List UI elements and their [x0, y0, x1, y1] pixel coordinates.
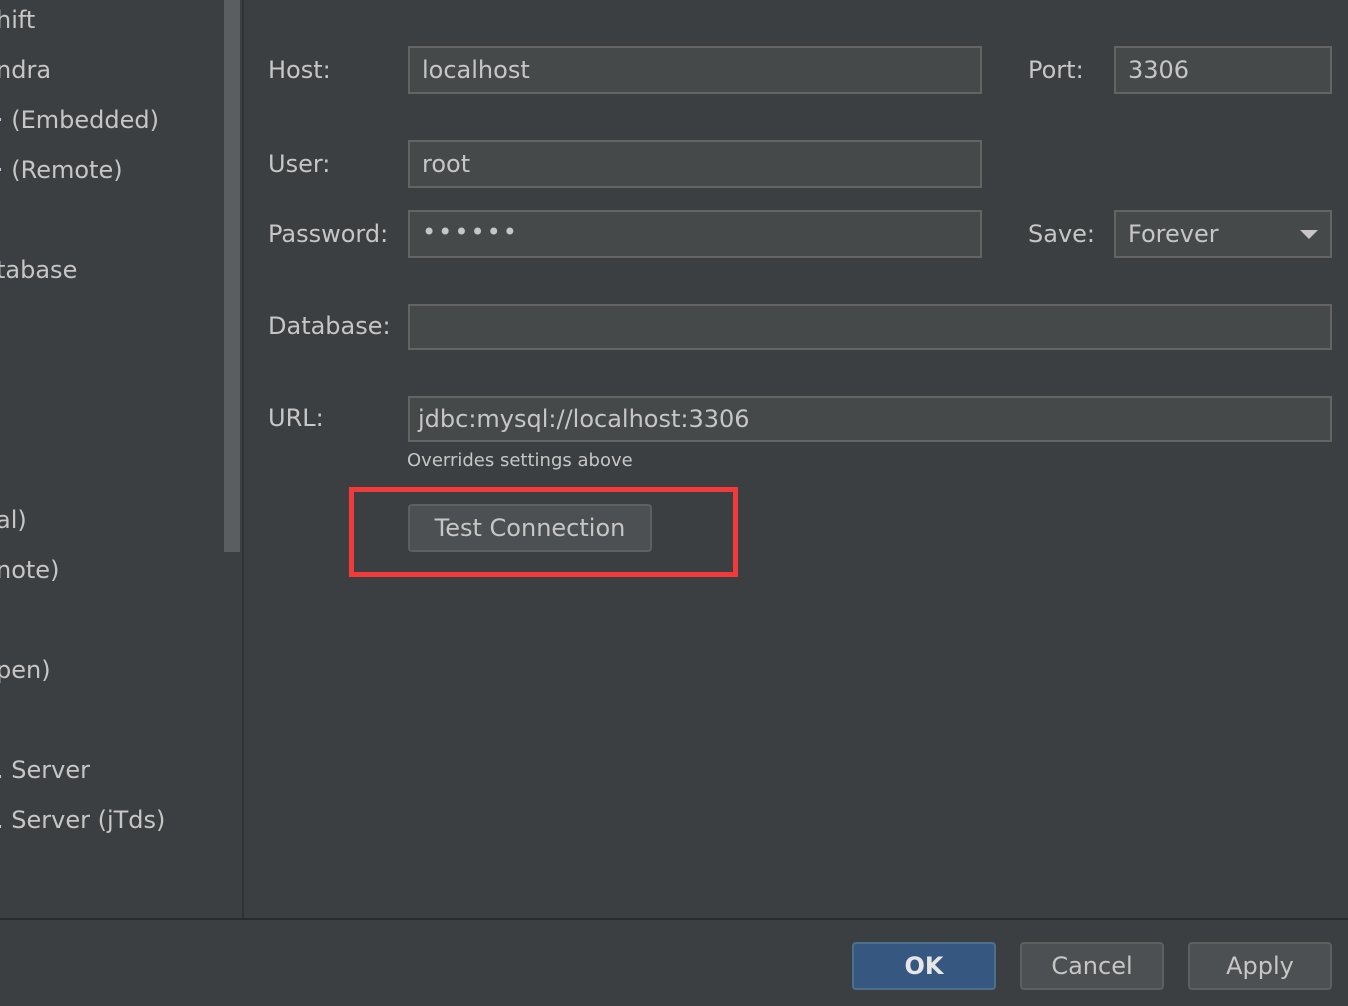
- sidebar-item-label: Server (jTds): [11, 806, 166, 834]
- sidebar-item-prefix: .: [0, 806, 11, 834]
- sidebar-item-open[interactable]: pen): [0, 656, 51, 684]
- sidebar-item-prefix: ·: [0, 106, 11, 134]
- sidebar-item-remote[interactable]: · (Remote): [0, 156, 123, 184]
- sidebar-item-label: al): [0, 506, 27, 534]
- sidebar-item-label: pen): [0, 656, 51, 684]
- cancel-button[interactable]: Cancel: [1020, 942, 1164, 990]
- sidebar-item-label: (Embedded): [11, 106, 160, 134]
- sidebar-item-prefix: ·: [0, 156, 11, 184]
- sidebar-item-label: Server: [11, 756, 90, 784]
- sidebar-item-local[interactable]: al): [0, 506, 27, 534]
- database-label: Database:: [268, 312, 391, 340]
- sidebar-item-cassandra[interactable]: ndra: [0, 56, 51, 84]
- password-label: Password:: [268, 220, 389, 248]
- host-input[interactable]: localhost: [408, 46, 982, 94]
- url-label: URL:: [268, 404, 324, 432]
- url-input[interactable]: jdbc:mysql://localhost:3306: [408, 396, 1332, 442]
- host-label: Host:: [268, 56, 331, 84]
- sidebar-scrollbar-thumb[interactable]: [224, 0, 240, 552]
- sidebar-item-label: tabase: [0, 256, 78, 284]
- save-dropdown[interactable]: Forever: [1114, 210, 1332, 258]
- sidebar-item-prefix: .: [0, 756, 11, 784]
- apply-button[interactable]: Apply: [1188, 942, 1332, 990]
- save-label: Save:: [1028, 220, 1095, 248]
- sidebar-item-sql-server[interactable]: . Server: [0, 756, 90, 784]
- sidebar-item-label: note): [0, 556, 60, 584]
- url-hint: Overrides settings above: [407, 450, 633, 471]
- sidebar-item-redshift[interactable]: hift: [0, 6, 35, 34]
- sidebar-item-label: (Remote): [11, 156, 123, 184]
- sidebar-item-embedded[interactable]: · (Embedded): [0, 106, 159, 134]
- sidebar-item-sql-server-jtds[interactable]: . Server (jTds): [0, 806, 165, 834]
- ok-button[interactable]: OK: [852, 942, 996, 990]
- save-dropdown-value: Forever: [1128, 220, 1219, 248]
- user-input[interactable]: root: [408, 140, 982, 188]
- sidebar-item-label: ndra: [0, 56, 52, 84]
- port-input[interactable]: 3306: [1114, 46, 1332, 94]
- sidebar-item-remote-2[interactable]: note): [0, 556, 59, 584]
- user-label: User:: [268, 150, 331, 178]
- password-input[interactable]: ••••••: [408, 210, 982, 258]
- sidebar-item-database[interactable]: tabase: [0, 256, 77, 284]
- sidebar-item-label: hift: [0, 6, 36, 34]
- chevron-down-icon: [1300, 230, 1318, 239]
- database-input[interactable]: [408, 304, 1332, 350]
- port-label: Port:: [1028, 56, 1084, 84]
- highlight-annotation: [349, 487, 738, 577]
- driver-list-sidebar: hift ndra · (Embedded) · (Remote) tabase…: [0, 0, 242, 918]
